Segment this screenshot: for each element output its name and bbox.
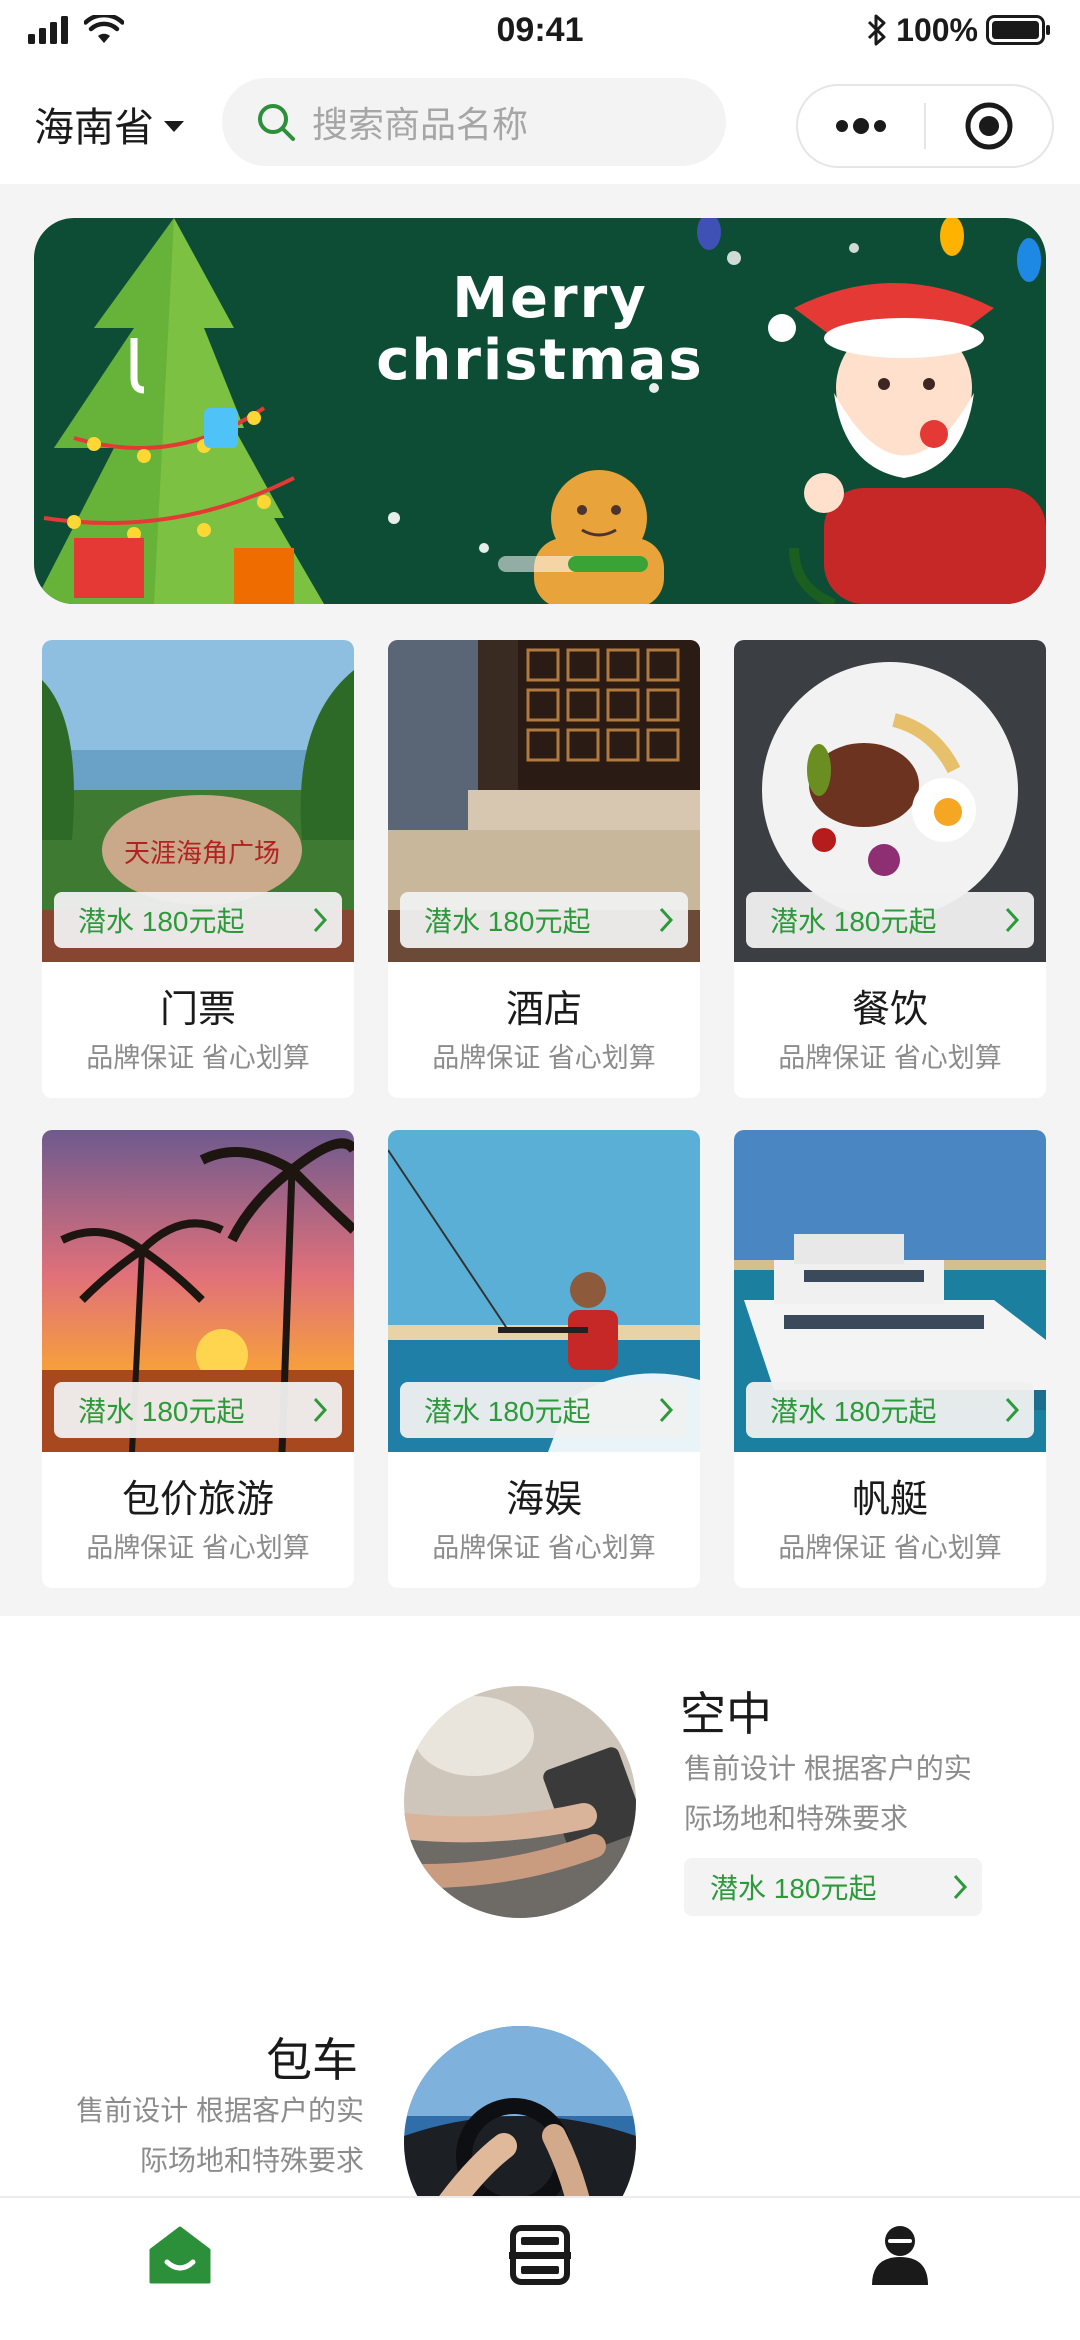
feature-car-desc-line-2: 际场地和特殊要求 [139,2145,364,2176]
banner-title: Merry christmas [34,268,1046,392]
more-button[interactable] [798,86,924,166]
search-icon [258,104,295,141]
price-tag-label: 潜水 180元起 [78,906,245,937]
header: 海南省 搜索商品名称 [0,76,1080,172]
scan-icon [509,2225,571,2285]
feature-air-desc-line-1: 售前设计 根据客户的实 [684,1753,972,1784]
price-tag[interactable]: 潜水 180元起 [746,1382,1034,1438]
caret-down-icon [164,120,184,132]
chevron-right-icon [1005,907,1020,933]
price-tag-label: 潜水 180元起 [710,1873,877,1904]
category-card-package-tour[interactable]: 潜水 180元起 包价旅游 品牌保证 省心划算 [42,1130,354,1588]
region-selector[interactable]: 海南省 [34,96,184,152]
feature-air-description: 售前设计 根据客户的实 际场地和特殊要求 [684,1744,994,1844]
chevron-right-icon [313,1397,328,1423]
price-tag-label: 潜水 180元起 [78,1396,245,1427]
price-tag-label: 潜水 180元起 [424,906,591,937]
feature-car-title: 包车 [266,2034,358,2086]
banner-line-1: Merry [452,266,648,331]
price-tag[interactable]: 潜水 180元起 [54,1382,342,1438]
category-subtitle: 品牌保证 省心划算 [86,1533,310,1563]
category-title: 酒店 [505,989,582,1031]
category-subtitle: 品牌保证 省心划算 [778,1043,1002,1073]
tab-profile[interactable] [720,2198,1080,2340]
category-title: 帆艇 [851,1479,928,1521]
feature-air-price-tag[interactable]: 潜水 180元起 [684,1858,982,1916]
category-card-dining[interactable]: 潜水 180元起 餐饮 品牌保证 省心划算 [734,640,1046,1098]
banner-carousel[interactable]: Merry christmas [34,218,1046,604]
signal-icon [28,16,68,44]
miniprogram-capsule [796,84,1054,168]
battery-percent: 100% [896,11,978,48]
chevron-right-icon [313,907,328,933]
category-subtitle: 品牌保证 省心划算 [778,1533,1002,1563]
feature-air-photo[interactable] [404,1686,636,1918]
category-card-water-fun[interactable]: 潜水 180元起 海娱 品牌保证 省心划算 [388,1130,700,1588]
battery-icon [986,15,1050,45]
chevron-right-icon [659,907,674,933]
search-input[interactable]: 搜索商品名称 [222,78,726,166]
category-card-tickets[interactable]: 天涯海角广场 潜水 180元起 门票 品牌保证 省心划算 [42,640,354,1098]
category-title: 海娱 [505,1479,582,1521]
category-card-yacht[interactable]: 潜水 180元起 帆艇 品牌保证 省心划算 [734,1130,1046,1588]
price-tag-label: 潜水 180元起 [770,906,937,937]
tab-home[interactable] [0,2198,360,2340]
price-tag-label: 潜水 180元起 [770,1396,937,1427]
chevron-right-icon [953,1874,968,1900]
more-dots-icon [836,118,886,134]
category-card-hotel[interactable]: 潜水 180元起 酒店 品牌保证 省心划算 [388,640,700,1098]
category-title: 包价旅游 [121,1479,274,1521]
feature-air-desc-line-2: 际场地和特殊要求 [684,1803,909,1834]
status-bar: 09:41 100% [0,0,1080,60]
tab-bar [0,2196,1080,2340]
close-miniprogram-button[interactable] [926,86,1052,166]
feature-car-desc-line-1: 售前设计 根据客户的实 [76,2095,364,2126]
banner-indicator-active [568,556,648,572]
banner-indicator [498,556,648,572]
category-title: 餐饮 [851,989,928,1031]
category-subtitle: 品牌保证 省心划算 [432,1043,656,1073]
bluetooth-icon [868,14,886,46]
category-subtitle: 品牌保证 省心划算 [86,1043,310,1073]
price-tag[interactable]: 潜水 180元起 [400,1382,688,1438]
user-icon [872,2226,928,2285]
region-label: 海南省 [34,106,154,150]
status-right: 100% [866,12,1052,49]
feature-air-title: 空中 [680,1688,772,1740]
status-left [28,15,124,45]
banner-line-2: christmas [376,328,704,393]
price-tag[interactable]: 潜水 180元起 [746,892,1034,948]
status-time: 09:41 [496,10,584,49]
wifi-icon [84,15,124,43]
price-tag-label: 潜水 180元起 [424,1396,591,1427]
price-tag[interactable]: 潜水 180元起 [54,892,342,948]
price-tag[interactable]: 潜水 180元起 [400,892,688,948]
svg-text:天涯海角广场: 天涯海角广场 [124,839,280,869]
home-icon [149,2226,211,2284]
tab-scan[interactable] [360,2198,720,2340]
search-placeholder: 搜索商品名称 [312,104,529,145]
category-subtitle: 品牌保证 省心划算 [432,1533,656,1563]
feature-car-description: 售前设计 根据客户的实 际场地和特殊要求 [54,2086,364,2186]
chevron-right-icon [659,1397,674,1423]
target-icon [965,102,1013,150]
chevron-right-icon [1005,1397,1020,1423]
category-title: 门票 [159,989,236,1031]
